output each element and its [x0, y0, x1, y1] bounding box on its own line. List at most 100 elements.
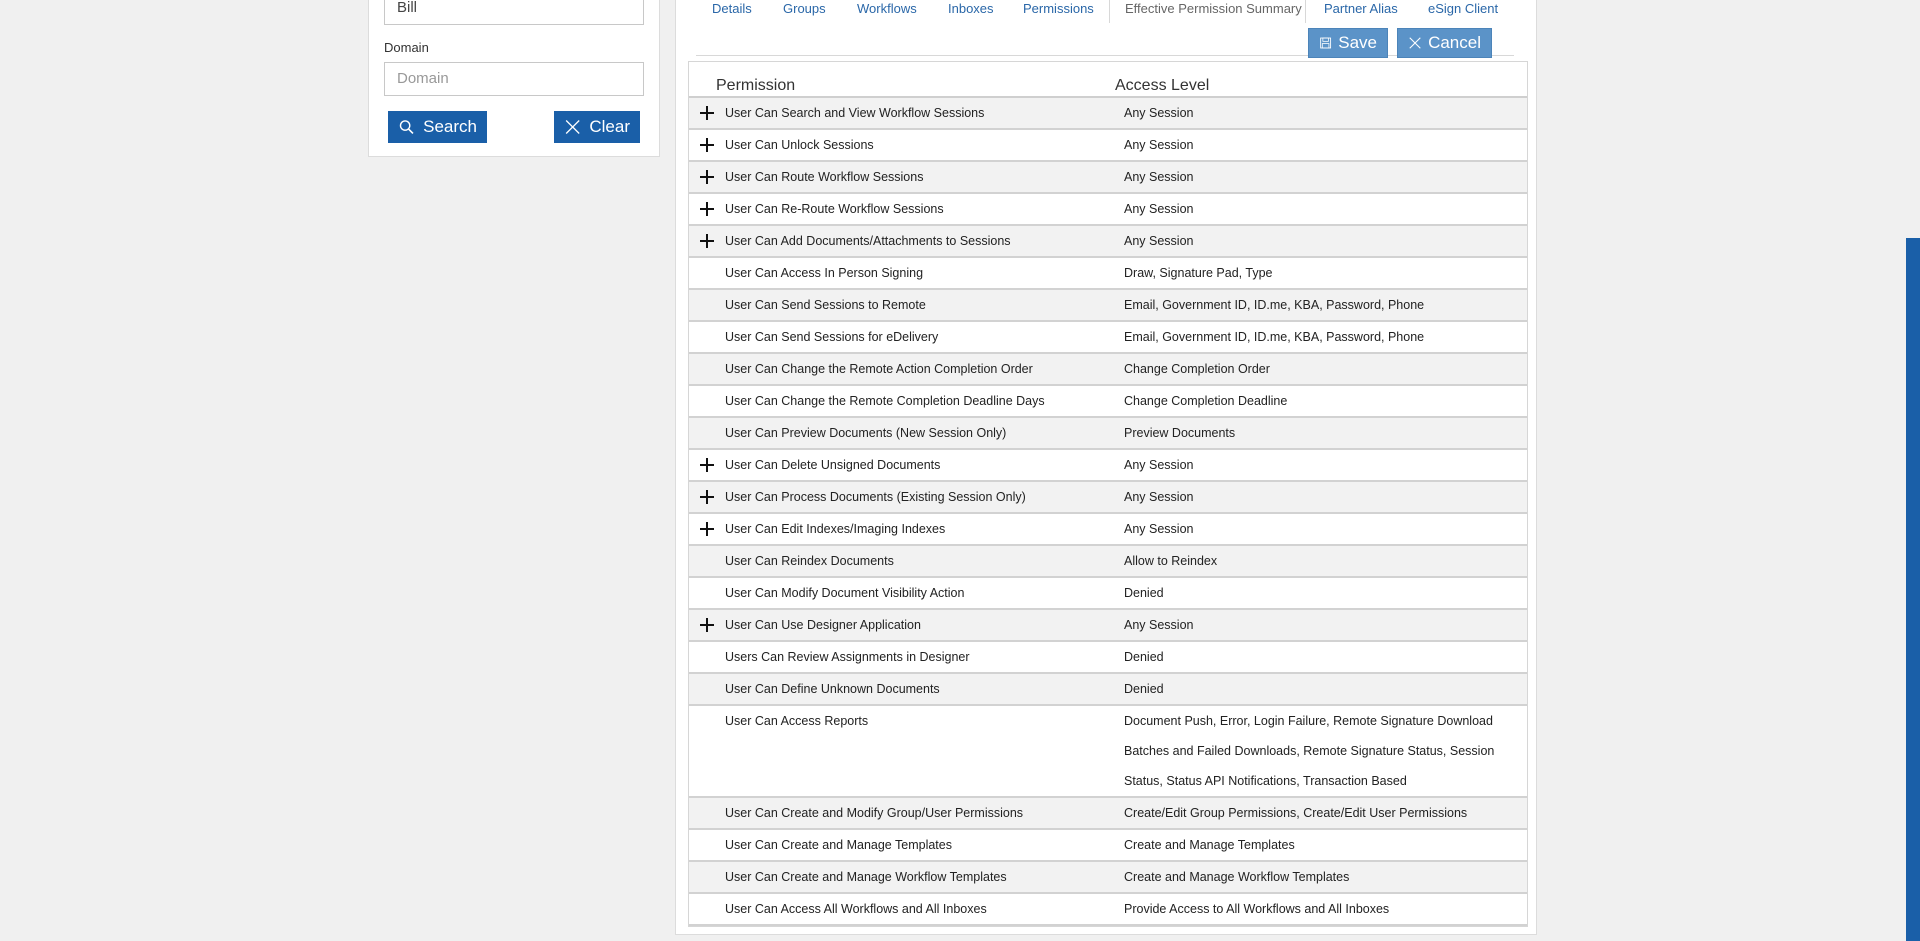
access-level: Provide Access to All Workflows and All … — [1124, 902, 1390, 916]
table-row: User Can Create and Manage Workflow Temp… — [689, 862, 1527, 894]
expand-plus-icon[interactable] — [689, 450, 725, 480]
save-icon — [1320, 37, 1332, 49]
access-level: Any Session — [1124, 138, 1194, 152]
access-level: Email, Government ID, ID.me, KBA, Passwo… — [1124, 298, 1425, 312]
expand-plus-icon[interactable] — [689, 226, 725, 256]
row-spacer — [689, 862, 725, 892]
tab-effective-permission-summary[interactable]: Effective Permission Summary — [1125, 1, 1302, 16]
table-body: User Can Search and View Workflow Sessio… — [689, 98, 1527, 926]
tab-groups[interactable]: Groups — [783, 1, 826, 16]
tab-divider — [1109, 0, 1110, 23]
permission-name: User Can Create and Manage Templates — [725, 838, 952, 852]
permission-name: User Can Access Reports — [725, 714, 869, 728]
table-row[interactable]: User Can Search and View Workflow Sessio… — [689, 98, 1527, 130]
permission-name: User Can Unlock Sessions — [725, 138, 874, 152]
row-spacer — [689, 578, 725, 608]
permission-name: User Can Send Sessions to Remote — [725, 298, 926, 312]
table-row: User Can Preview Documents (New Session … — [689, 418, 1527, 450]
access-level: Any Session — [1124, 170, 1194, 184]
cancel-button[interactable]: Cancel — [1397, 28, 1492, 58]
access-level: Create and Manage Templates — [1124, 838, 1295, 852]
permission-name: User Can Preview Documents (New Session … — [725, 426, 1007, 440]
expand-plus-icon[interactable] — [689, 482, 725, 512]
row-spacer — [689, 546, 725, 576]
table-row[interactable]: User Can Edit Indexes/Imaging Indexes Any… — [689, 514, 1527, 546]
scrollbar[interactable] — [1906, 238, 1920, 941]
table-row[interactable]: User Can Add Documents/Attachments to Se… — [689, 226, 1527, 258]
permission-name: User Can Route Workflow Sessions — [725, 170, 924, 184]
search-button[interactable]: Search — [388, 111, 487, 143]
table-row: User Can Access In Person Signing Draw, S… — [689, 258, 1527, 290]
search-panel: Bill Domain Domain Search Clear — [368, 0, 660, 157]
cancel-button-label: Cancel — [1428, 33, 1481, 52]
permission-name: User Can Access In Person Signing — [725, 266, 924, 280]
table-row[interactable]: User Can Delete Unsigned Documents Any Se… — [689, 450, 1527, 482]
access-level: Draw, Signature Pad, Type — [1124, 266, 1273, 280]
permission-name: User Can Delete Unsigned Documents — [725, 458, 941, 472]
table-row: User Can Create and Modify Group/User Pe… — [689, 798, 1527, 830]
table-row[interactable]: User Can Process Documents (Existing Ses… — [689, 482, 1527, 514]
close-icon — [565, 120, 580, 134]
row-spacer — [689, 322, 725, 352]
tab-bar: Details Groups Workflows Inboxes Permiss… — [676, 0, 1536, 23]
table-row: User Can Define Unknown Documents Denied — [689, 674, 1527, 706]
table-row: User Can Change the Remote Action Comple… — [689, 354, 1527, 386]
table-row: User Can Access All Workflows and All In… — [689, 894, 1527, 926]
table-row: User Can Change the Remote Completion De… — [689, 386, 1527, 418]
expand-plus-icon[interactable] — [689, 130, 725, 160]
expand-plus-icon[interactable] — [689, 514, 725, 544]
domain-field[interactable]: Domain — [384, 62, 644, 96]
access-level: Any Session — [1124, 234, 1194, 248]
permission-name: User Can Add Documents/Attachments to Se… — [725, 234, 1011, 248]
access-level: Any Session — [1124, 490, 1194, 504]
save-button[interactable]: Save — [1308, 28, 1388, 58]
access-level: Any Session — [1124, 522, 1194, 536]
permission-name: User Can Re-Route Workflow Sessions — [725, 202, 944, 216]
access-level: Any Session — [1124, 458, 1194, 472]
tab-partner-alias[interactable]: Partner Alias — [1324, 1, 1398, 16]
expand-plus-icon[interactable] — [689, 98, 725, 128]
tab-esign-client[interactable]: eSign Client — [1428, 1, 1498, 16]
row-spacer — [689, 674, 725, 704]
tab-workflows[interactable]: Workflows — [857, 1, 917, 16]
permission-name: User Can Access All Workflows and All In… — [725, 902, 987, 916]
tab-inboxes[interactable]: Inboxes — [948, 1, 994, 16]
search-button-label: Search — [423, 117, 477, 136]
permission-summary-table: Permission Access Level User Can Search … — [688, 61, 1528, 927]
access-level: Create and Manage Workflow Templates — [1124, 870, 1350, 884]
table-row[interactable]: User Can Route Workflow Sessions Any Sess… — [689, 162, 1527, 194]
tab-underline — [696, 55, 1514, 56]
user-detail-panel: Details Groups Workflows Inboxes Permiss… — [675, 0, 1537, 935]
access-level: Document Push, Error, Login Failure, Rem… — [1124, 714, 1495, 788]
row-spacer — [689, 418, 725, 448]
tab-permissions[interactable]: Permissions — [1023, 1, 1094, 16]
column-header-permission: Permission — [716, 77, 796, 94]
table-row[interactable]: User Can Unlock Sessions Any Session — [689, 130, 1527, 162]
expand-plus-icon[interactable] — [689, 162, 725, 192]
table-row[interactable]: User Can Re-Route Workflow Sessions Any S… — [689, 194, 1527, 226]
row-spacer — [689, 642, 725, 672]
column-header-access-level: Access Level — [1115, 77, 1210, 94]
search-icon — [399, 120, 414, 134]
access-level: Denied — [1124, 682, 1164, 696]
permission-name: User Can Search and View Workflow Sessio… — [725, 106, 985, 120]
clear-button[interactable]: Clear — [554, 111, 640, 143]
row-spacer — [689, 386, 725, 416]
expand-plus-icon[interactable] — [689, 610, 725, 640]
access-level: Allow to Reindex — [1124, 554, 1218, 568]
table-row: User Can Access Reports Document Push, Er… — [689, 706, 1527, 798]
table-row: User Can Send Sessions to Remote Email, G… — [689, 290, 1527, 322]
permission-name: User Can Change the Remote Completion De… — [725, 394, 1045, 408]
access-level: Change Completion Deadline — [1124, 394, 1288, 408]
row-spacer — [689, 894, 725, 924]
row-spacer — [689, 290, 725, 320]
expand-plus-icon[interactable] — [689, 194, 725, 224]
access-level: Any Session — [1124, 202, 1194, 216]
tab-divider — [1305, 0, 1306, 23]
row-spacer — [689, 354, 725, 384]
domain-label: Domain — [384, 40, 429, 55]
table-row[interactable]: User Can Use Designer Application Any Ses… — [689, 610, 1527, 642]
tab-details[interactable]: Details — [712, 1, 752, 16]
name-field[interactable]: Bill — [384, 0, 644, 25]
access-level: Change Completion Order — [1124, 362, 1270, 376]
